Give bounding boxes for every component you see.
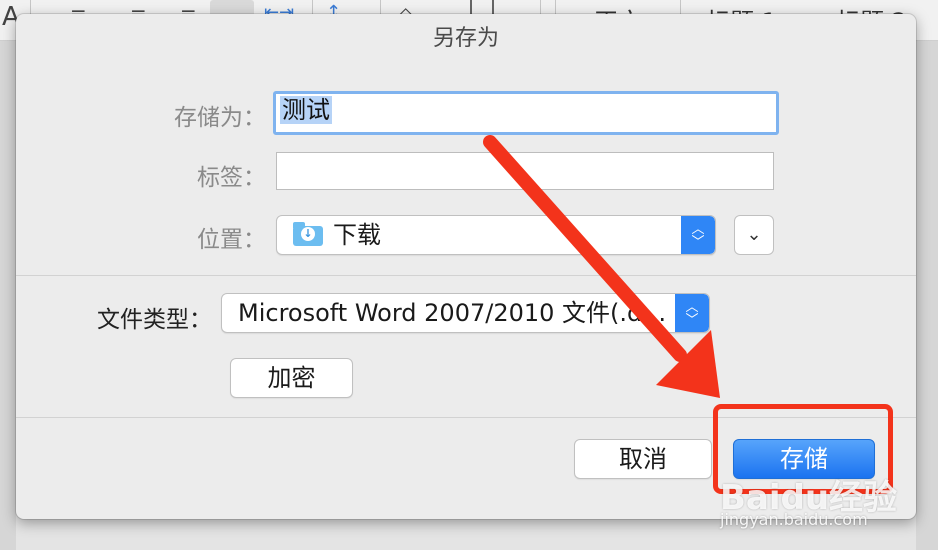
location-popup[interactable]: 下载 ︿ ﹀ (276, 215, 716, 255)
baidu-watermark-url: jingyan.baidu.com (720, 510, 868, 529)
file-type-value: Microsoft Word 2007/2010 文件(.docx) (238, 299, 673, 327)
file-type-popup[interactable]: Microsoft Word 2007/2010 文件(.docx) ︿ ﹀ (221, 293, 710, 333)
encrypt-button[interactable]: 加密 (230, 358, 353, 398)
tags-field[interactable] (276, 152, 774, 190)
location-label: 位置： (197, 227, 266, 253)
tags-label: 标签： (197, 165, 266, 191)
dialog-title: 另存为 (432, 26, 499, 51)
section-divider (16, 275, 916, 276)
document-margin-left (0, 41, 16, 550)
downloads-folder-icon (293, 222, 323, 246)
file-type-label: 文件类型： (97, 307, 212, 333)
chevron-down-icon: ﹀ (691, 235, 705, 250)
location-value: 下载 (333, 221, 381, 249)
chevron-down-icon: ⌄ (746, 224, 762, 245)
expand-dialog-button[interactable]: ⌄ (734, 215, 774, 255)
chevron-down-icon: ﹀ (685, 313, 699, 328)
location-stepper[interactable]: ︿ ﹀ (681, 216, 715, 254)
save-as-value: 测试 (280, 96, 332, 124)
save-as-label: 存储为： (174, 105, 266, 131)
save-as-field[interactable]: 测试 (273, 91, 779, 135)
file-type-stepper[interactable]: ︿ ﹀ (675, 294, 709, 332)
cancel-button[interactable]: 取消 (574, 439, 712, 479)
document-margin-right (916, 41, 938, 550)
